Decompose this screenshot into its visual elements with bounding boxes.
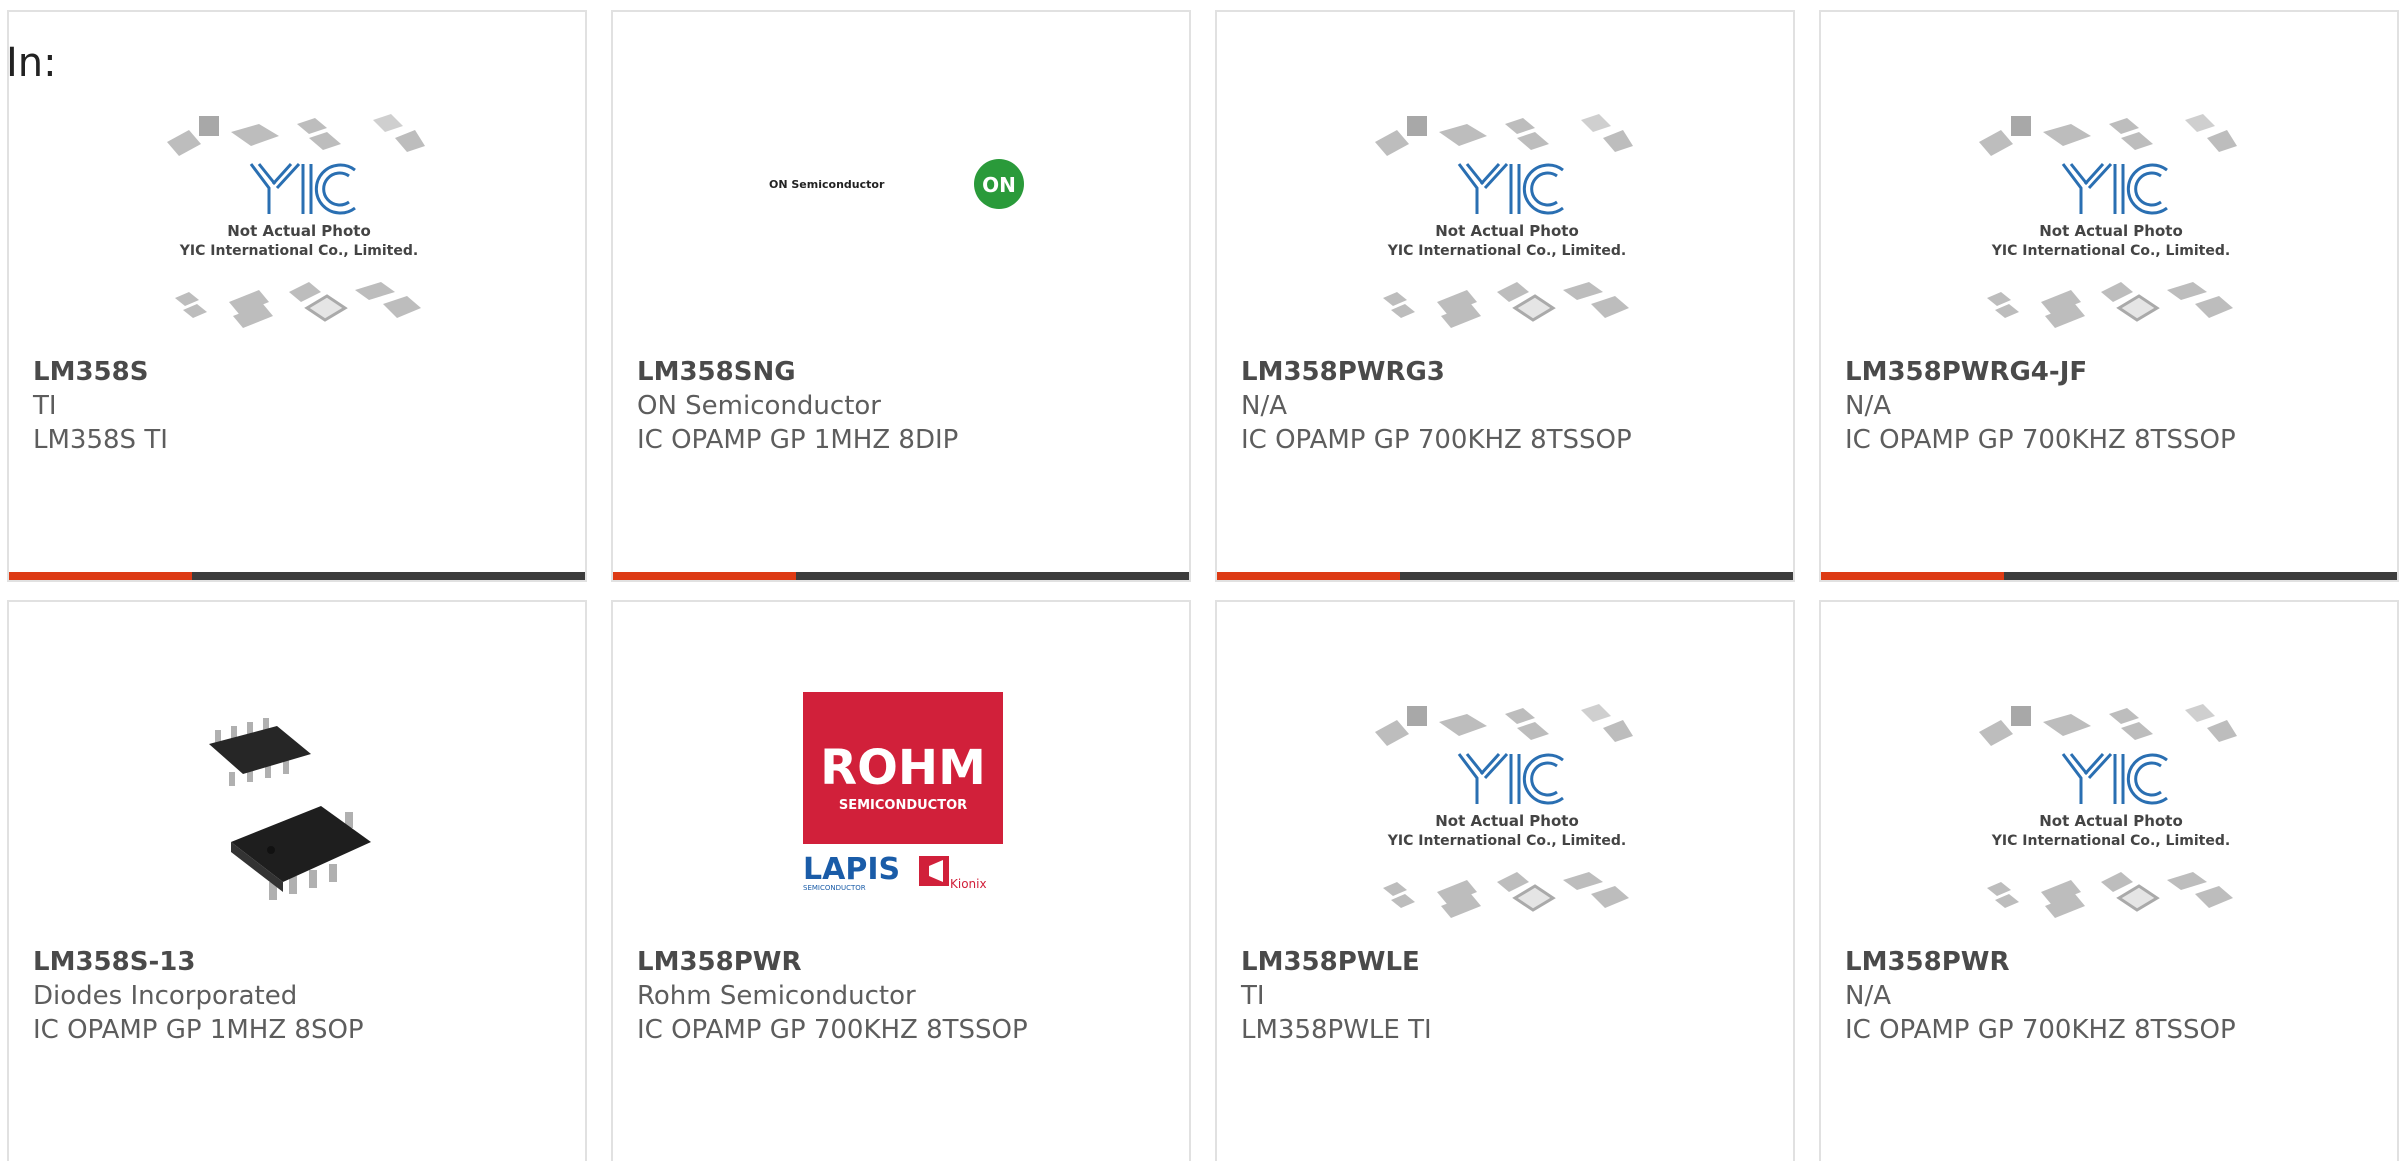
svg-text:ON: ON: [982, 173, 1016, 197]
soic-chip-photo: [209, 718, 371, 900]
filter-label: In:: [6, 40, 57, 86]
product-image[interactable]: Not Actual Photo YIC International Co., …: [159, 102, 439, 352]
onsemi-logo-text: ON Semiconductor: [769, 178, 885, 191]
description: LM358S TI: [33, 425, 168, 455]
product-card[interactable]: ROHM SEMICONDUCTOR LAPIS SEMICONDUCTOR K…: [611, 600, 1191, 1161]
manufacturer: Rohm Semiconductor: [637, 981, 916, 1011]
manufacturer: Diodes Incorporated: [33, 981, 298, 1011]
part-number[interactable]: LM358PWRG4-JF: [1845, 355, 2236, 389]
placeholder-line1: Not Actual Photo: [1435, 222, 1579, 240]
card-bar: [9, 572, 585, 580]
placeholder-line2: YIC International Co., Limited.: [1991, 833, 2230, 849]
yic-placeholder-image: Not Actual Photo YIC International Co., …: [167, 114, 425, 328]
part-number[interactable]: LM358PWR: [1845, 945, 2236, 979]
product-image[interactable]: Not Actual Photo YIC International Co., …: [1367, 692, 1647, 942]
description: LM358PWLE TI: [1241, 1015, 1432, 1045]
lapis-text: LAPIS: [803, 852, 900, 887]
product-card[interactable]: Not Actual Photo YIC International Co., …: [1215, 600, 1795, 1161]
description: IC OPAMP GP 1MHZ 8DIP: [637, 425, 959, 455]
svg-text:SEMICONDUCTOR: SEMICONDUCTOR: [839, 798, 967, 813]
card-bar: [613, 572, 1189, 580]
product-card[interactable]: LM358S-13 Diodes Incorporated IC OPAMP G…: [7, 600, 587, 1161]
rohm-brand-text: ROHM: [820, 740, 986, 796]
svg-text:SEMICONDUCTOR: SEMICONDUCTOR: [803, 884, 866, 892]
placeholder-line1: Not Actual Photo: [1435, 812, 1579, 830]
card-bar: [1821, 572, 2397, 580]
placeholder-line2: YIC International Co., Limited.: [1387, 833, 1626, 849]
onsemi-logo-image: ON Semiconductor ON: [769, 159, 1024, 209]
description: IC OPAMP GP 700KHZ 8TSSOP: [1845, 1015, 2236, 1045]
description: IC OPAMP GP 1MHZ 8SOP: [33, 1015, 364, 1045]
placeholder-line2: YIC International Co., Limited.: [179, 243, 418, 259]
part-number[interactable]: LM358S: [33, 355, 168, 389]
manufacturer: N/A: [1845, 981, 1891, 1011]
manufacturer: TI: [1241, 981, 1265, 1011]
part-number[interactable]: LM358SNG: [637, 355, 958, 389]
product-image[interactable]: Not Actual Photo YIC International Co., …: [1971, 692, 2251, 942]
product-card[interactable]: Not Actual Photo YIC International Co., …: [7, 10, 587, 582]
product-card[interactable]: ON Semiconductor ON LM358SNG ON Semicond…: [611, 10, 1191, 582]
product-image[interactable]: ROHM SEMICONDUCTOR LAPIS SEMICONDUCTOR K…: [763, 692, 1043, 942]
manufacturer: TI: [33, 391, 57, 421]
placeholder-line1: Not Actual Photo: [2039, 222, 2183, 240]
yic-placeholder-image: Not Actual Photo YIC International Co., …: [1375, 704, 1633, 918]
placeholder-line2: YIC International Co., Limited.: [1387, 243, 1626, 259]
description: IC OPAMP GP 700KHZ 8TSSOP: [1241, 425, 1632, 455]
part-number[interactable]: LM358S-13: [33, 945, 364, 979]
part-number[interactable]: LM358PWR: [637, 945, 1028, 979]
product-image[interactable]: Not Actual Photo YIC International Co., …: [1367, 102, 1647, 352]
placeholder-line1: Not Actual Photo: [227, 222, 371, 240]
part-number[interactable]: LM358PWRG3: [1241, 355, 1632, 389]
product-image[interactable]: Not Actual Photo YIC International Co., …: [1971, 102, 2251, 352]
manufacturer: N/A: [1845, 391, 1891, 421]
svg-text:Kionix: Kionix: [950, 877, 987, 891]
product-card[interactable]: Not Actual Photo YIC International Co., …: [1819, 10, 2399, 582]
card-bar: [1217, 572, 1793, 580]
product-image[interactable]: [159, 692, 439, 942]
manufacturer: N/A: [1241, 391, 1287, 421]
placeholder-line1: Not Actual Photo: [2039, 812, 2183, 830]
product-card[interactable]: Not Actual Photo YIC International Co., …: [1215, 10, 1795, 582]
rohm-logo-image: ROHM SEMICONDUCTOR LAPIS SEMICONDUCTOR K…: [803, 692, 1003, 892]
placeholder-line2: YIC International Co., Limited.: [1991, 243, 2230, 259]
description: IC OPAMP GP 700KHZ 8TSSOP: [1845, 425, 2236, 455]
product-card[interactable]: Not Actual Photo YIC International Co., …: [1819, 600, 2399, 1161]
manufacturer: ON Semiconductor: [637, 391, 881, 421]
product-image[interactable]: ON Semiconductor ON: [763, 102, 1043, 352]
description: IC OPAMP GP 700KHZ 8TSSOP: [637, 1015, 1028, 1045]
yic-placeholder-image: Not Actual Photo YIC International Co., …: [1979, 114, 2237, 328]
yic-placeholder-image: Not Actual Photo YIC International Co., …: [1979, 704, 2237, 918]
yic-placeholder-image: Not Actual Photo YIC International Co., …: [1375, 114, 1633, 328]
part-number[interactable]: LM358PWLE: [1241, 945, 1432, 979]
